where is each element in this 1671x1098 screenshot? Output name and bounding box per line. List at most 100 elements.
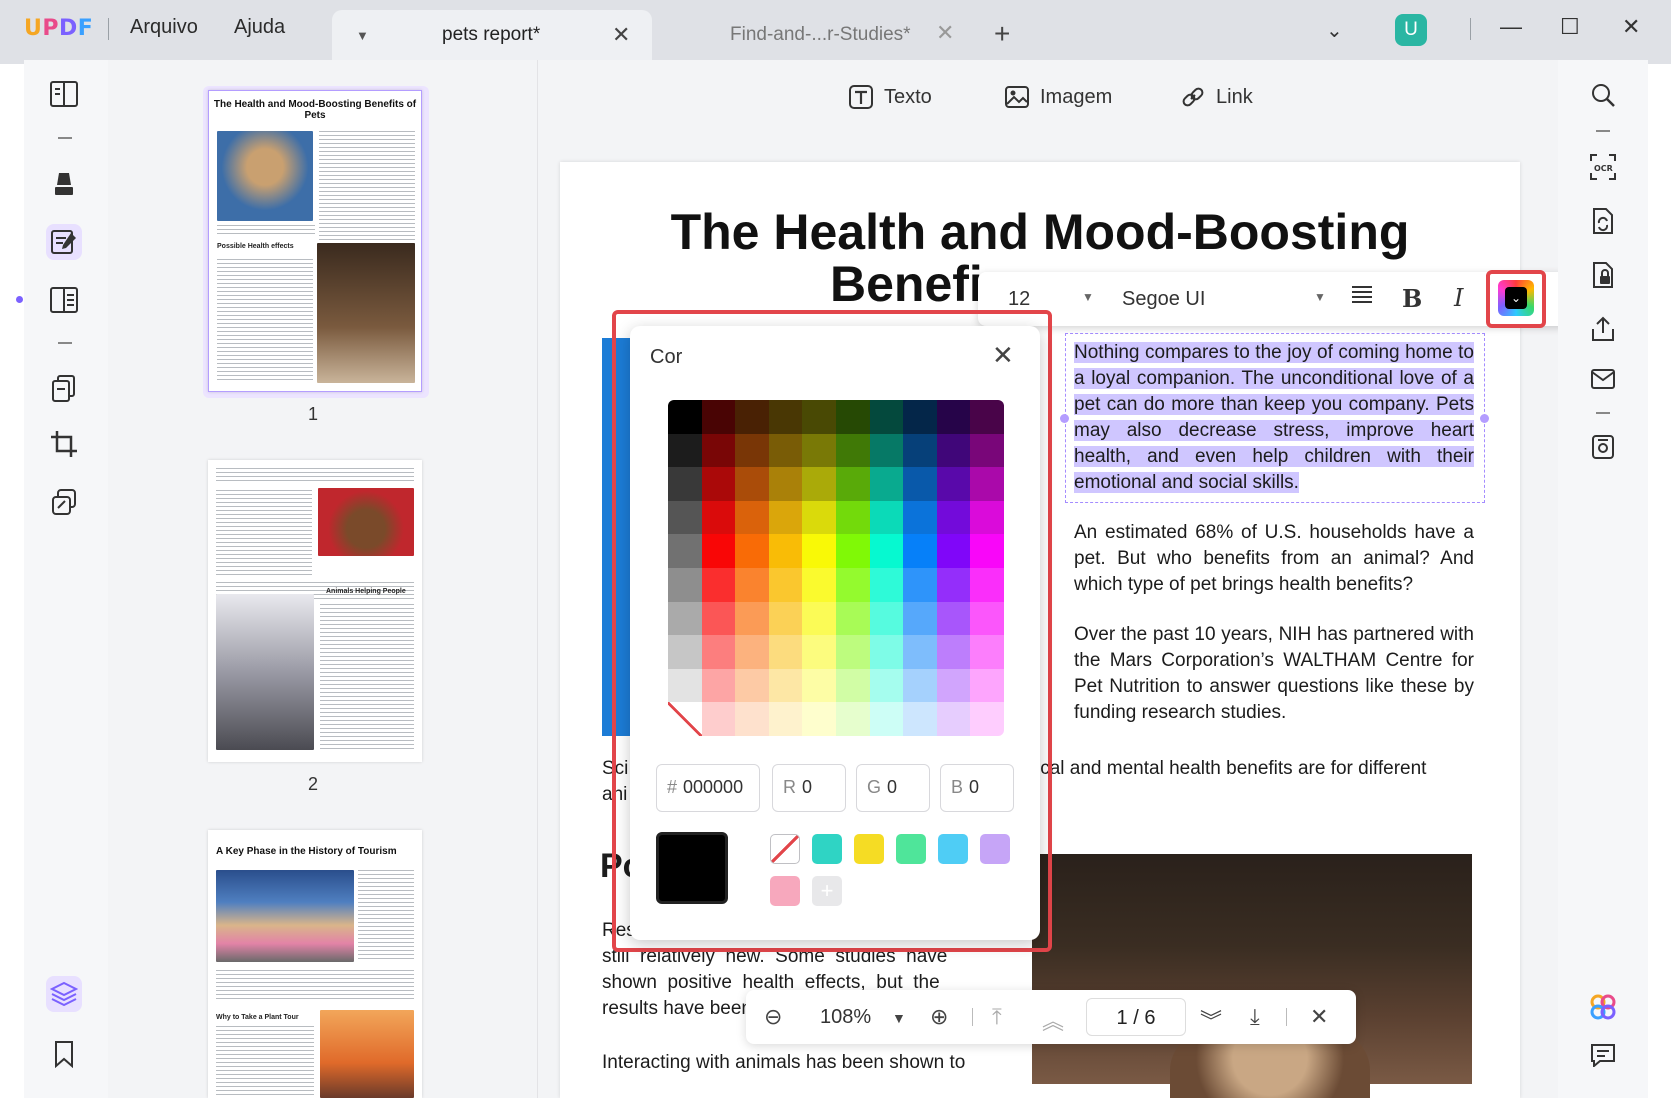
color-cell[interactable]: [903, 400, 937, 434]
color-cell[interactable]: [768, 467, 803, 501]
color-cell[interactable]: [668, 567, 702, 602]
zoom-dropdown-icon[interactable]: ▼: [892, 1010, 906, 1026]
color-cell[interactable]: [802, 500, 836, 535]
font-family-dropdown-icon[interactable]: ▼: [1314, 290, 1326, 304]
color-cell[interactable]: [735, 467, 769, 501]
color-cell[interactable]: [835, 601, 870, 636]
text-fragment[interactable]: ical and mental health benefits are for …: [1036, 756, 1476, 782]
color-cell[interactable]: [835, 635, 870, 669]
reader-icon[interactable]: [46, 76, 82, 112]
paragraph[interactable]: An estimated 68% of U.S. households have…: [1074, 520, 1474, 598]
search-icon[interactable]: [1588, 80, 1618, 110]
share-icon[interactable]: [1588, 314, 1618, 344]
swatch-teal[interactable]: [812, 834, 842, 864]
swatch-sky-blue[interactable]: [938, 834, 968, 864]
align-justify-icon[interactable]: [1350, 284, 1374, 313]
font-size-dropdown-icon[interactable]: ▼: [1082, 290, 1094, 304]
swatch-lavender[interactable]: [980, 834, 1010, 864]
color-cell[interactable]: [735, 534, 769, 568]
swatch-green[interactable]: [896, 834, 926, 864]
color-cell[interactable]: [903, 567, 937, 602]
close-window-icon[interactable]: ✕: [1622, 14, 1640, 40]
color-cell[interactable]: [735, 400, 769, 434]
text-tool-button[interactable]: Texto: [848, 84, 932, 110]
color-cell[interactable]: [768, 635, 803, 669]
color-cell[interactable]: [768, 500, 803, 535]
color-cell[interactable]: [869, 500, 904, 535]
swatch-no-color[interactable]: [770, 834, 800, 864]
color-cell[interactable]: [869, 534, 904, 568]
color-cell[interactable]: [735, 567, 769, 602]
color-cell[interactable]: [835, 467, 870, 501]
edit-pdf-icon[interactable]: [46, 224, 82, 260]
color-cell[interactable]: [970, 635, 1004, 669]
color-cell[interactable]: [970, 467, 1004, 501]
page-thumbnail-1[interactable]: The Health and Mood-Boosting Benefits of…: [208, 90, 422, 392]
selected-paragraph[interactable]: Nothing compares to the joy of coming ho…: [1074, 340, 1474, 496]
page-indicator[interactable]: 1 / 6: [1086, 998, 1186, 1036]
color-cell[interactable]: [668, 433, 702, 468]
swatch-pink[interactable]: [770, 876, 800, 906]
color-cell[interactable]: [668, 534, 702, 568]
color-cell[interactable]: [768, 668, 803, 703]
color-cell[interactable]: [869, 635, 904, 669]
font-family-value[interactable]: Segoe UI: [1122, 288, 1205, 311]
close-icon[interactable]: ✕: [992, 340, 1014, 371]
color-cell[interactable]: [835, 500, 870, 535]
color-cell[interactable]: [970, 567, 1004, 602]
next-page-icon[interactable]: ︾: [1200, 1004, 1222, 1036]
color-cell[interactable]: [701, 601, 736, 636]
color-cell[interactable]: [970, 668, 1004, 703]
color-cell[interactable]: [970, 500, 1004, 535]
color-cell[interactable]: [735, 702, 769, 736]
hex-input[interactable]: #000000: [656, 764, 760, 812]
color-cell[interactable]: [869, 668, 904, 703]
color-cell[interactable]: [668, 500, 702, 535]
color-cell[interactable]: [970, 433, 1004, 468]
color-cell[interactable]: [835, 534, 870, 568]
color-cell[interactable]: [936, 668, 971, 703]
color-cell[interactable]: [936, 500, 971, 535]
color-cell[interactable]: [903, 500, 937, 535]
organize-pages-icon[interactable]: [46, 370, 82, 406]
color-cell[interactable]: [903, 433, 937, 468]
color-cell[interactable]: [802, 567, 836, 602]
font-size-value[interactable]: 12: [1008, 288, 1030, 311]
bookmark-icon[interactable]: [46, 1036, 82, 1072]
color-cell[interactable]: [936, 601, 971, 636]
color-cell[interactable]: [936, 567, 971, 602]
color-cell[interactable]: [735, 500, 769, 535]
menu-arquivo[interactable]: Arquivo: [130, 16, 198, 39]
color-cell[interactable]: [903, 534, 937, 568]
tab-find-studies[interactable]: Find-and-...r-Studies*: [730, 24, 911, 46]
tab-close-icon[interactable]: ✕: [612, 22, 630, 48]
last-page-icon[interactable]: ⤓: [1250, 1004, 1260, 1030]
color-cell[interactable]: [802, 702, 836, 736]
color-cell[interactable]: [735, 601, 769, 636]
paragraph-line[interactable]: Interacting with animals has been shown …: [602, 1050, 1022, 1076]
tab-pets-report[interactable]: ▼ pets report* ✕: [332, 10, 652, 64]
image-tool-button[interactable]: Imagem: [1004, 84, 1112, 110]
zoom-out-icon[interactable]: ⊖: [764, 1004, 782, 1030]
color-cell[interactable]: [903, 467, 937, 501]
color-cell[interactable]: [701, 567, 736, 602]
color-grid[interactable]: [668, 400, 1004, 736]
comment-highlighter-icon[interactable]: [46, 166, 82, 202]
color-cell[interactable]: [869, 567, 904, 602]
close-icon[interactable]: ✕: [1310, 1004, 1328, 1030]
previous-page-icon[interactable]: ︽: [1042, 1004, 1064, 1036]
color-cell[interactable]: [903, 601, 937, 636]
color-cell[interactable]: [835, 702, 870, 736]
color-cell[interactable]: [936, 467, 971, 501]
color-cell[interactable]: [768, 400, 803, 434]
red-input[interactable]: R0: [772, 764, 846, 812]
color-cell[interactable]: [668, 668, 702, 703]
resize-handle[interactable]: [1480, 414, 1489, 423]
green-input[interactable]: G0: [856, 764, 930, 812]
color-cell[interactable]: [668, 635, 702, 669]
save-icon[interactable]: [1588, 432, 1618, 462]
color-cell[interactable]: [701, 467, 736, 501]
color-cell[interactable]: [768, 534, 803, 568]
form-icon[interactable]: [46, 282, 82, 318]
color-cell[interactable]: [936, 433, 971, 468]
